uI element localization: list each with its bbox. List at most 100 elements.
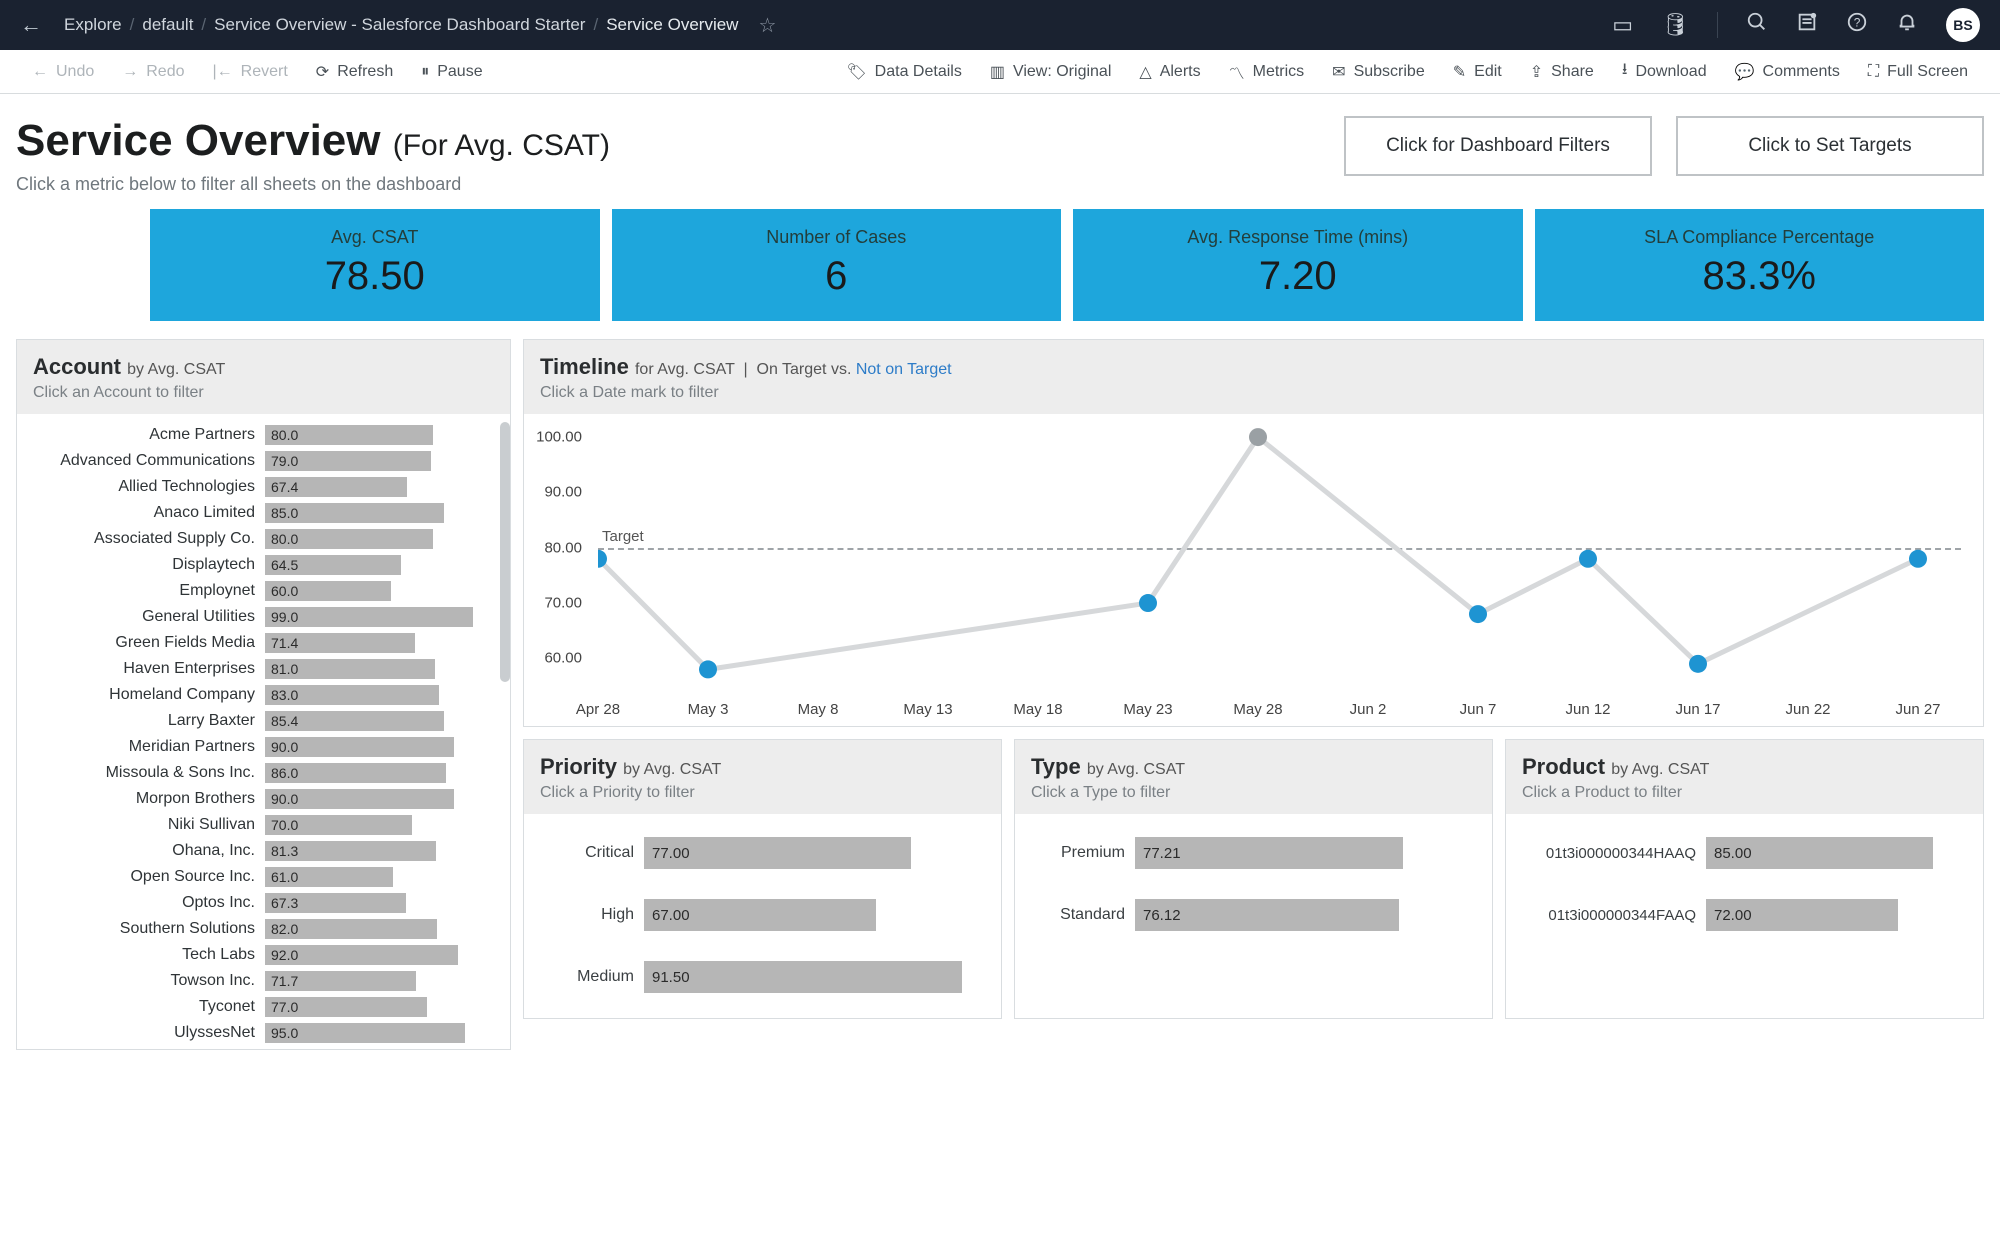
account-row[interactable]: Acme Partners80.0 xyxy=(27,422,500,448)
account-row[interactable]: UlyssesNet95.0 xyxy=(27,1020,500,1046)
notifications-icon[interactable] xyxy=(1896,11,1918,39)
account-row[interactable]: Larry Baxter85.4 xyxy=(27,708,500,734)
timeline-point[interactable] xyxy=(1579,550,1597,568)
timeline-point[interactable] xyxy=(1469,605,1487,623)
bar-row[interactable]: Medium91.50 xyxy=(534,946,991,1008)
breadcrumb-3: Service Overview xyxy=(600,15,744,35)
panel-title: Type xyxy=(1031,754,1081,779)
device-preview-icon[interactable]: ▭ xyxy=(1612,12,1633,38)
account-bar: 80.0 xyxy=(265,425,433,445)
kpi-tile[interactable]: Avg. CSAT78.50 xyxy=(150,209,600,321)
timeline-point[interactable] xyxy=(699,660,717,678)
set-targets-button[interactable]: Click to Set Targets xyxy=(1676,116,1984,176)
edit-button[interactable]: ✎Edit xyxy=(1439,62,1516,82)
scrollbar[interactable] xyxy=(500,422,510,682)
timeline-point[interactable] xyxy=(1689,655,1707,673)
breadcrumb-0[interactable]: Explore xyxy=(58,15,128,35)
account-row[interactable]: Green Fields Media71.4 xyxy=(27,630,500,656)
timeline-point[interactable] xyxy=(1249,428,1267,446)
account-row[interactable]: Ohana, Inc.81.3 xyxy=(27,838,500,864)
account-row[interactable]: Anaco Limited85.0 xyxy=(27,500,500,526)
dashboard-filters-button[interactable]: Click for Dashboard Filters xyxy=(1344,116,1652,176)
account-row[interactable]: Southern Solutions82.0 xyxy=(27,916,500,942)
timeline-point[interactable] xyxy=(1909,550,1927,568)
kpi-value: 83.3% xyxy=(1535,254,1985,299)
account-row[interactable]: Associated Supply Co.80.0 xyxy=(27,526,500,552)
list-icon[interactable] xyxy=(1796,11,1818,39)
bar-row[interactable]: High67.00 xyxy=(534,884,991,946)
account-row[interactable]: Towson Inc.71.7 xyxy=(27,968,500,994)
account-bar: 95.0 xyxy=(265,1023,465,1043)
panel-sub: for Avg. CSAT xyxy=(635,361,735,378)
account-row[interactable]: Morpon Brothers90.0 xyxy=(27,786,500,812)
kpi-tile[interactable]: Number of Cases6 xyxy=(612,209,1062,321)
bar-row[interactable]: 01t3i000000344HAAQ85.00 xyxy=(1516,822,1973,884)
account-bar: 99.0 xyxy=(265,607,473,627)
account-row[interactable]: Allied Technologies67.4 xyxy=(27,474,500,500)
account-name: Allied Technologies xyxy=(27,478,265,496)
legend-link[interactable]: Not on Target xyxy=(856,361,952,378)
type-chart[interactable]: Premium77.21Standard76.12 xyxy=(1015,814,1492,956)
redo-button[interactable]: → Redo xyxy=(108,63,198,81)
kpi-value: 6 xyxy=(612,254,1062,299)
bar-row[interactable]: Critical77.00 xyxy=(534,822,991,884)
pause-button[interactable]: ⏸Pause xyxy=(407,63,496,81)
back-arrow-icon[interactable]: ← xyxy=(20,12,58,38)
data-source-icon[interactable]: 🛢 xyxy=(1661,12,1689,38)
breadcrumb-2[interactable]: Service Overview - Salesforce Dashboard … xyxy=(208,15,591,35)
account-row[interactable]: Tech Labs92.0 xyxy=(27,942,500,968)
metrics-button[interactable]: 〽Metrics xyxy=(1215,60,1319,84)
bar-label: Standard xyxy=(1025,906,1135,924)
account-row[interactable]: Tyconet77.0 xyxy=(27,994,500,1020)
timeline-chart[interactable]: Target 60.0070.0080.0090.00100.00Apr 28M… xyxy=(524,414,1983,726)
label: Share xyxy=(1551,63,1594,81)
y-tick: 60.00 xyxy=(544,650,582,667)
account-name: Open Source Inc. xyxy=(27,868,265,886)
label: Comments xyxy=(1763,63,1840,81)
favorite-star-icon[interactable]: ☆ xyxy=(744,13,776,38)
account-row[interactable]: Meridian Partners90.0 xyxy=(27,734,500,760)
account-row[interactable]: Haven Enterprises81.0 xyxy=(27,656,500,682)
undo-button[interactable]: ← Undo xyxy=(18,63,108,81)
timeline-point[interactable] xyxy=(1139,594,1157,612)
share-button[interactable]: ⇪Share xyxy=(1516,62,1608,82)
kpi-tile[interactable]: SLA Compliance Percentage83.3% xyxy=(1535,209,1985,321)
breadcrumb-1[interactable]: default xyxy=(136,15,199,35)
download-button[interactable]: ⭳Download xyxy=(1608,58,1721,85)
account-bar: 60.0 xyxy=(265,581,391,601)
user-avatar[interactable]: BS xyxy=(1946,8,1980,42)
bar-row[interactable]: Premium77.21 xyxy=(1025,822,1482,884)
x-tick: Jun 17 xyxy=(1675,701,1720,718)
alerts-button[interactable]: △Alerts xyxy=(1125,62,1214,82)
account-row[interactable]: Optos Inc.67.3 xyxy=(27,890,500,916)
bar-row[interactable]: Standard76.12 xyxy=(1025,884,1482,946)
bar-row[interactable]: 01t3i000000344FAAQ72.00 xyxy=(1516,884,1973,946)
revert-button[interactable]: |← Revert xyxy=(199,63,302,81)
account-row[interactable]: Employnet60.0 xyxy=(27,578,500,604)
account-row[interactable]: Niki Sullivan70.0 xyxy=(27,812,500,838)
account-row[interactable]: General Utilities99.0 xyxy=(27,604,500,630)
refresh-button[interactable]: ⟳Refresh xyxy=(302,62,407,82)
bar-label: High xyxy=(534,906,644,924)
comments-button[interactable]: 💬Comments xyxy=(1721,62,1854,82)
panel-sub: by Avg. CSAT xyxy=(623,761,721,778)
account-bar: 64.5 xyxy=(265,555,401,575)
account-row[interactable]: Universal Services52.0 xyxy=(27,1046,500,1049)
fullscreen-button[interactable]: ⛶Full Screen xyxy=(1854,63,1982,81)
data-details-button[interactable]: 🏷Data Details xyxy=(832,62,975,82)
account-bar: 83.0 xyxy=(265,685,439,705)
account-row[interactable]: Displaytech64.5 xyxy=(27,552,500,578)
view-button[interactable]: ▥View: Original xyxy=(976,62,1126,82)
product-chart[interactable]: 01t3i000000344HAAQ85.0001t3i000000344FAA… xyxy=(1506,814,1983,956)
kpi-row: Avg. CSAT78.50Number of Cases6Avg. Respo… xyxy=(0,209,2000,339)
account-row[interactable]: Advanced Communications79.0 xyxy=(27,448,500,474)
account-row[interactable]: Homeland Company83.0 xyxy=(27,682,500,708)
account-row[interactable]: Open Source Inc.61.0 xyxy=(27,864,500,890)
help-icon[interactable]: ? xyxy=(1846,11,1868,39)
subscribe-button[interactable]: ✉Subscribe xyxy=(1318,62,1439,82)
account-row[interactable]: Missoula & Sons Inc.86.0 xyxy=(27,760,500,786)
kpi-tile[interactable]: Avg. Response Time (mins)7.20 xyxy=(1073,209,1523,321)
account-chart[interactable]: Acme Partners80.0Advanced Communications… xyxy=(17,414,510,1049)
priority-chart[interactable]: Critical77.00High67.00Medium91.50 xyxy=(524,814,1001,1018)
search-icon[interactable] xyxy=(1746,11,1768,39)
